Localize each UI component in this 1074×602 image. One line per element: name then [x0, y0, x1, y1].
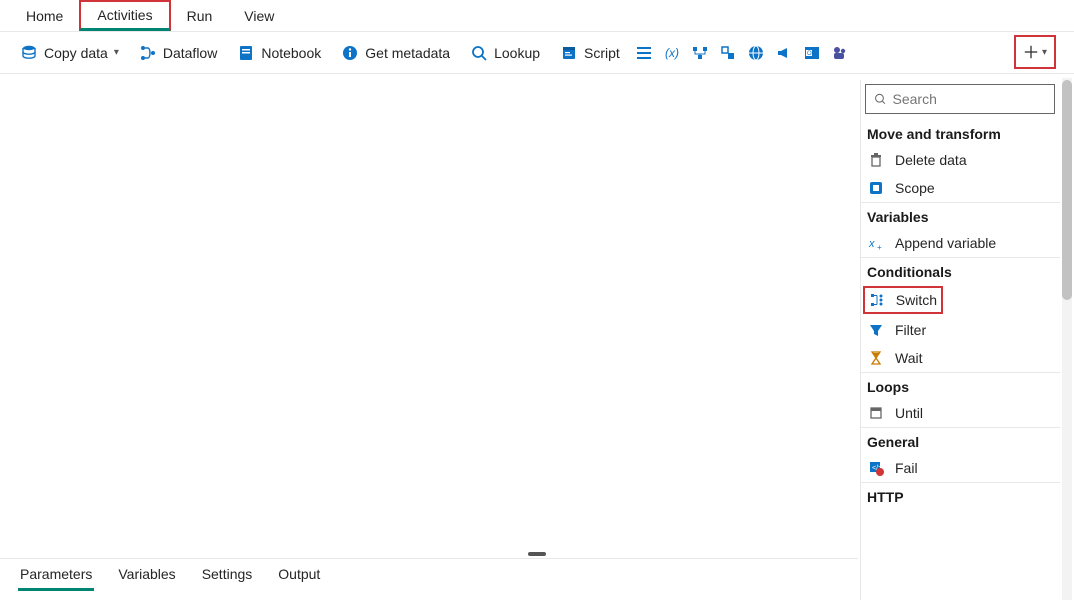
activities-search[interactable] — [865, 84, 1055, 114]
search-icon — [470, 44, 488, 62]
copy-data-button[interactable]: Copy data ▾ — [10, 32, 129, 73]
dataflow-button[interactable]: Dataflow — [129, 32, 227, 73]
switch-label: Switch — [896, 292, 937, 308]
top-tabs: Home Activities Run View — [0, 0, 1074, 32]
pipeline-icon[interactable] — [686, 32, 714, 73]
fail-icon: </> — [867, 459, 885, 477]
tab-home[interactable]: Home — [10, 3, 79, 29]
scope-icon — [867, 179, 885, 197]
section-loops: Loops — [861, 372, 1060, 399]
activity-delete-data[interactable]: Delete data — [861, 146, 1060, 174]
svg-text:+: + — [877, 243, 882, 251]
outlook-icon[interactable]: O — [798, 32, 826, 73]
activity-until[interactable]: Until — [861, 399, 1060, 427]
database-icon — [20, 44, 38, 62]
activities-panel: Move and transform Delete data Scope Var… — [860, 80, 1060, 600]
trash-icon — [867, 151, 885, 169]
section-variables: Variables — [861, 202, 1060, 229]
section-move: Move and transform — [861, 124, 1060, 146]
get-metadata-label: Get metadata — [365, 45, 450, 61]
insert-icon[interactable] — [714, 32, 742, 73]
plus-icon — [1023, 44, 1039, 60]
switch-icon — [869, 291, 886, 309]
delete-data-label: Delete data — [895, 152, 967, 168]
tab-run[interactable]: Run — [171, 3, 229, 29]
activity-append-variable[interactable]: x+ Append variable — [861, 229, 1060, 257]
notebook-label: Notebook — [261, 45, 321, 61]
section-conditionals: Conditionals — [861, 257, 1060, 284]
lookup-button[interactable]: Lookup — [460, 32, 550, 73]
bottom-tabs: Parameters Variables Settings Output — [0, 560, 322, 591]
dataflow-label: Dataflow — [163, 45, 217, 61]
tab-settings[interactable]: Settings — [200, 560, 255, 591]
activity-fail[interactable]: </> Fail — [861, 454, 1060, 482]
section-general: General — [861, 427, 1060, 454]
filter-label: Filter — [895, 322, 926, 338]
wait-label: Wait — [895, 350, 922, 366]
activity-wait[interactable]: Wait — [861, 344, 1060, 372]
activity-filter[interactable]: Filter — [861, 316, 1060, 344]
fail-label: Fail — [895, 460, 918, 476]
activity-switch[interactable]: Switch — [863, 286, 943, 314]
activities-toolbar: Copy data ▾ Dataflow Notebook Get metada… — [0, 32, 1074, 74]
hourglass-icon — [867, 349, 885, 367]
add-activity-button[interactable]: ▾ — [1014, 35, 1056, 69]
chevron-down-icon: ▾ — [114, 47, 119, 58]
until-icon — [867, 404, 885, 422]
info-icon — [341, 44, 359, 62]
megaphone-icon[interactable] — [770, 32, 798, 73]
branch-icon — [139, 44, 157, 62]
divider — [0, 558, 858, 559]
filter-icon — [867, 321, 885, 339]
svg-text:x: x — [868, 238, 875, 250]
section-http: HTTP — [861, 482, 1060, 509]
script-label: Script — [584, 45, 620, 61]
lookup-label: Lookup — [494, 45, 540, 61]
variable-icon[interactable]: (x) — [658, 32, 686, 73]
list-icon[interactable] — [630, 32, 658, 73]
svg-text:(x): (x) — [665, 46, 679, 60]
search-icon — [874, 92, 887, 106]
tab-variables[interactable]: Variables — [116, 560, 177, 591]
tab-output[interactable]: Output — [276, 560, 322, 591]
teams-icon[interactable] — [826, 32, 854, 73]
svg-text:O: O — [807, 51, 812, 57]
notebook-icon — [237, 44, 255, 62]
copy-data-label: Copy data — [44, 45, 108, 61]
tab-parameters[interactable]: Parameters — [18, 560, 94, 591]
script-button[interactable]: Script — [550, 32, 630, 73]
resize-handle[interactable] — [528, 552, 546, 556]
panel-scrollbar-thumb[interactable] — [1062, 80, 1072, 300]
append-variable-label: Append variable — [895, 235, 996, 251]
search-input[interactable] — [893, 91, 1047, 107]
until-label: Until — [895, 405, 923, 421]
scope-label: Scope — [895, 180, 935, 196]
notebook-button[interactable]: Notebook — [227, 32, 331, 73]
activity-scope[interactable]: Scope — [861, 174, 1060, 202]
variable-plus-icon: x+ — [867, 234, 885, 252]
tab-activities[interactable]: Activities — [79, 0, 170, 31]
pipeline-canvas[interactable] — [0, 74, 858, 562]
script-icon — [560, 44, 578, 62]
chevron-down-icon: ▾ — [1042, 47, 1047, 58]
globe-icon[interactable] — [742, 32, 770, 73]
tab-view[interactable]: View — [228, 3, 290, 29]
get-metadata-button[interactable]: Get metadata — [331, 32, 460, 73]
